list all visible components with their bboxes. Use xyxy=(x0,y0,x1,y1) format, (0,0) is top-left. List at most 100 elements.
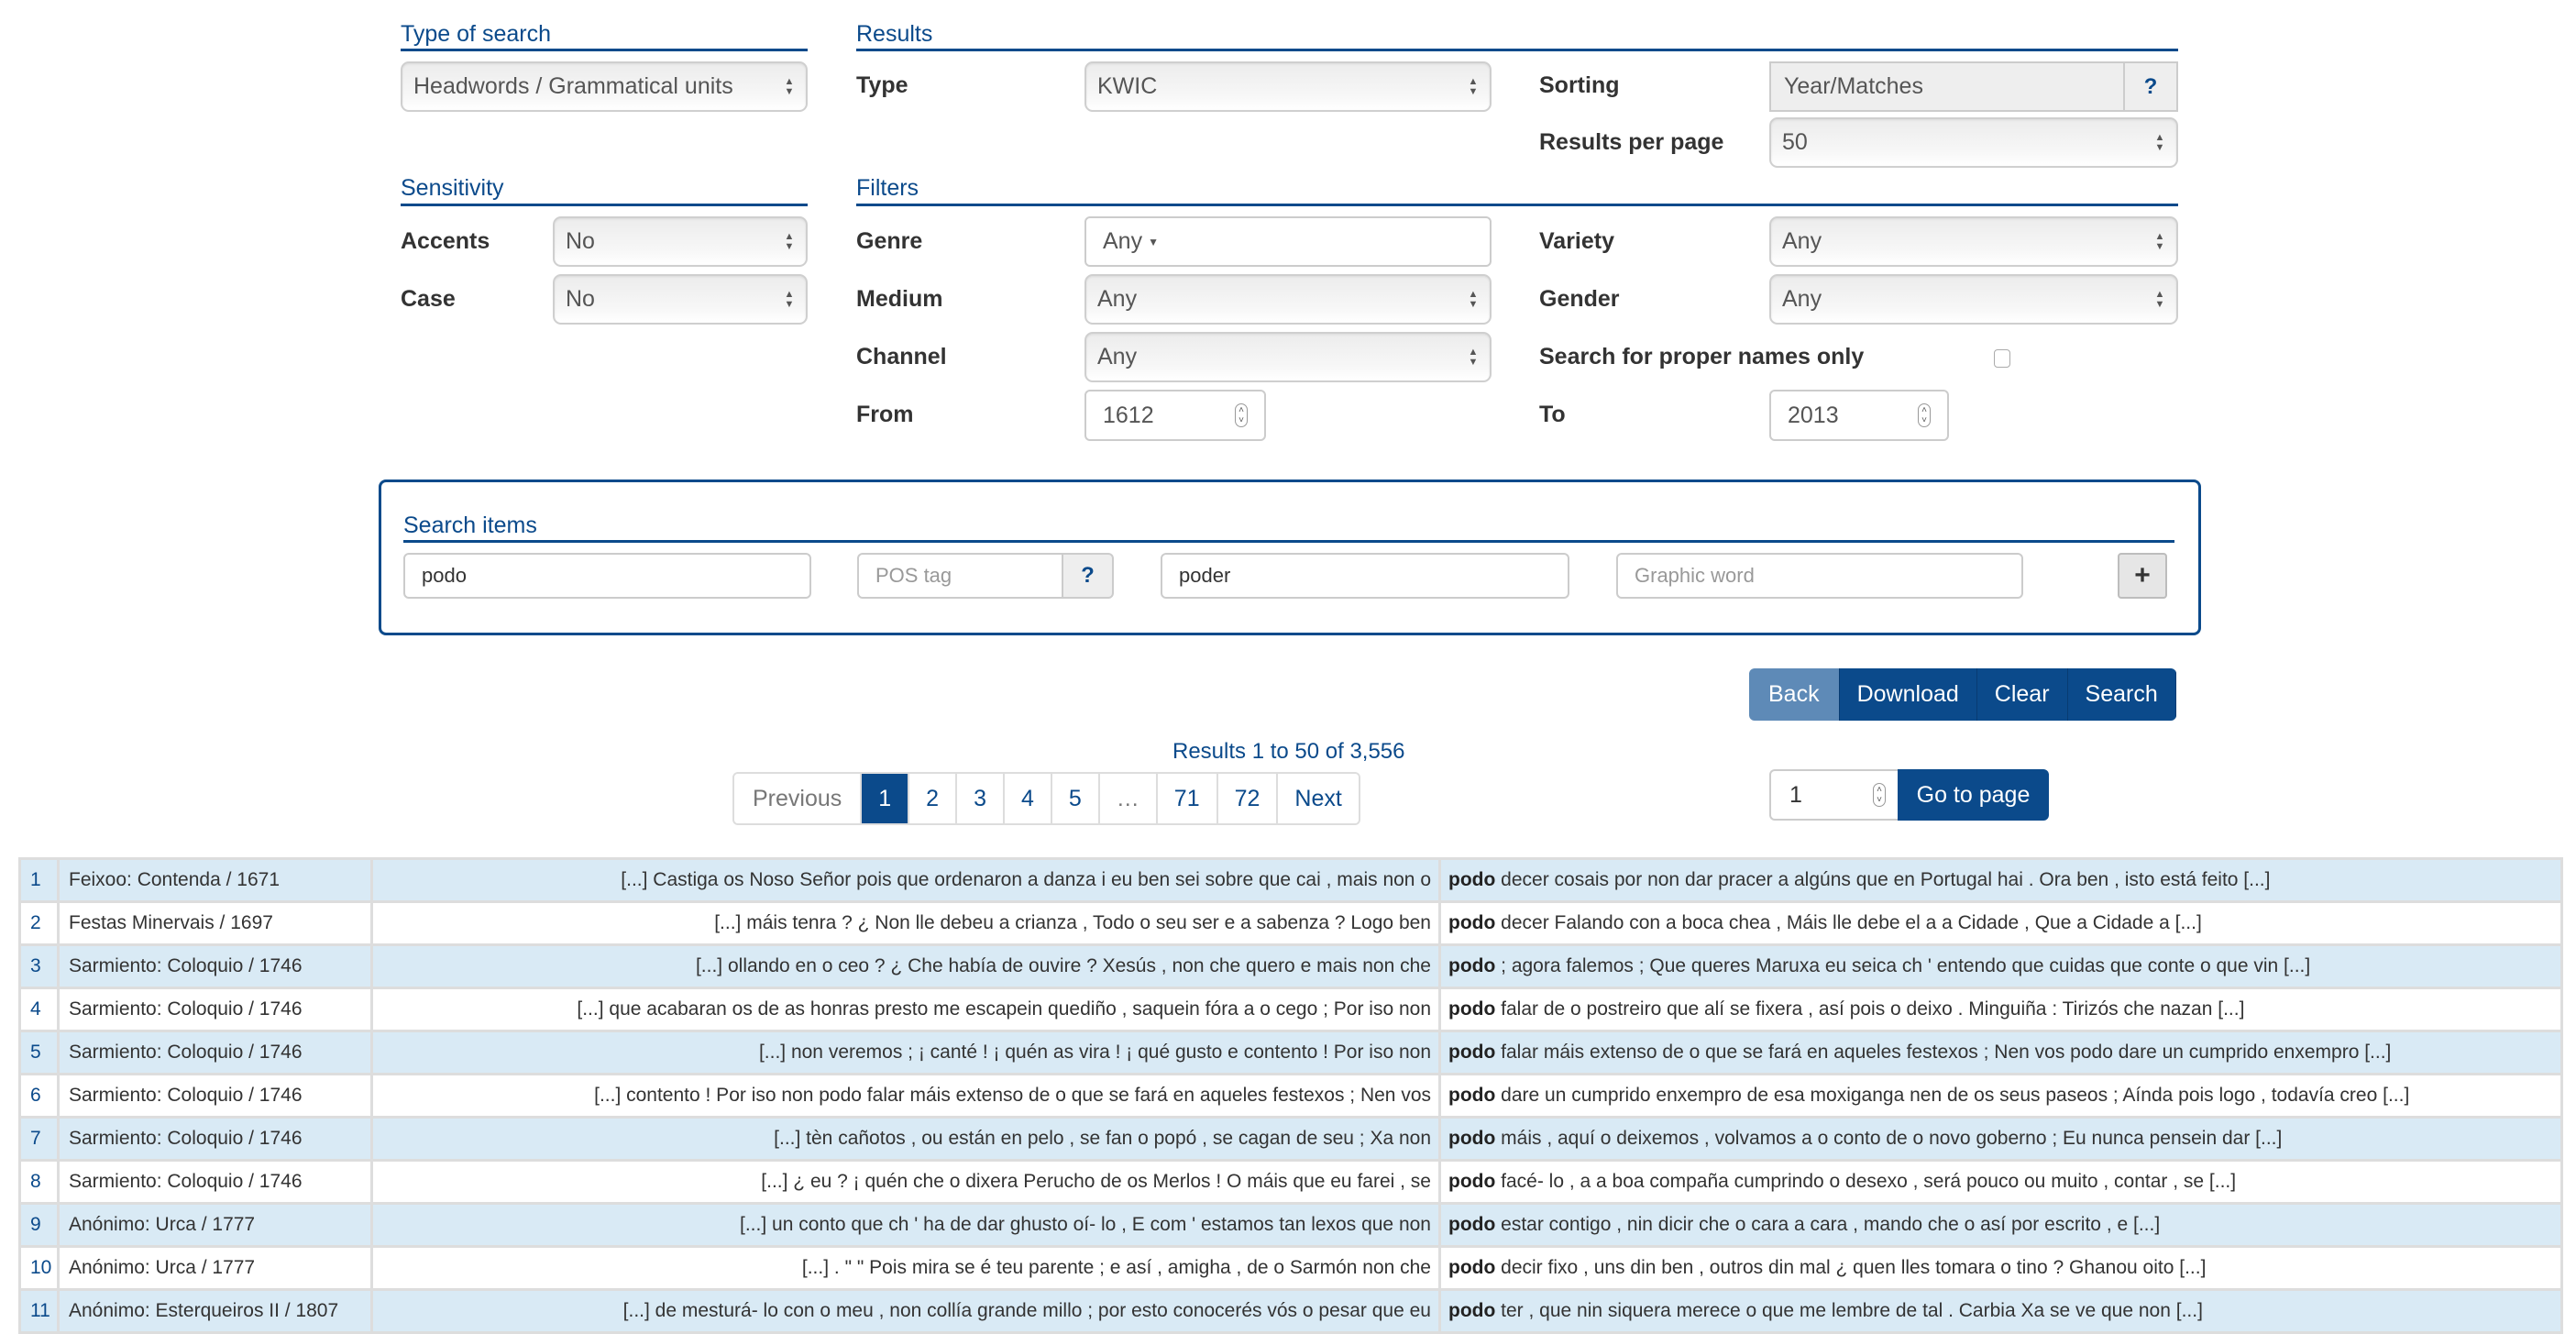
result-source[interactable]: Sarmiento: Coloquio / 1746 xyxy=(57,943,373,989)
pos-tag-input[interactable]: POS tag xyxy=(857,553,1063,599)
result-number[interactable]: 3 xyxy=(18,943,60,989)
result-source[interactable]: Anónimo: Urca / 1777 xyxy=(57,1202,373,1248)
page-72-button[interactable]: 72 xyxy=(1217,774,1279,823)
page-1-button[interactable]: 1 xyxy=(862,774,910,823)
result-row: 9 Anónimo: Urca / 1777 [...] un conto que … xyxy=(18,1202,2563,1248)
result-source[interactable]: Sarmiento: Coloquio / 1746 xyxy=(57,1030,373,1075)
result-number[interactable]: 7 xyxy=(18,1116,60,1162)
left-context: [...] tèn cañotos , ou están en pelo , s… xyxy=(370,1116,1441,1162)
result-number[interactable]: 8 xyxy=(18,1159,60,1205)
spinner-icon[interactable]: ˄ ˅ xyxy=(1235,403,1248,427)
match-keyword[interactable]: podo xyxy=(1448,1257,1495,1278)
match-and-right-context: podo decer Falando con a boca chea , Mái… xyxy=(1438,900,2563,946)
match-keyword[interactable]: podo xyxy=(1448,1300,1495,1321)
result-number[interactable]: 11 xyxy=(18,1288,60,1334)
result-source[interactable]: Anónimo: Esterqueiros II / 1807 xyxy=(57,1288,373,1334)
results-heading: Results xyxy=(856,21,933,47)
right-context: decer cosais por non dar pracer a algúns… xyxy=(1501,869,2271,890)
variety-value: Any xyxy=(1782,228,1822,254)
match-keyword[interactable]: podo xyxy=(1448,869,1495,890)
gender-select[interactable]: Any ▲ ▼ xyxy=(1769,274,2178,325)
right-context: dare un cumprido enxempro de esa moxigan… xyxy=(1501,1085,2410,1106)
type-of-search-value: Headwords / Grammatical units xyxy=(413,73,733,99)
page-71-button[interactable]: 71 xyxy=(1157,774,1218,823)
sorting-help-button[interactable]: ? xyxy=(2123,61,2178,112)
next-page-button[interactable]: Next xyxy=(1278,774,1359,823)
left-context: [...] ¿ eu ? ¡ quén che o dixera Perucho… xyxy=(370,1159,1441,1205)
match-keyword[interactable]: podo xyxy=(1448,912,1495,933)
to-year-input[interactable]: 2013 ˄ ˅ xyxy=(1769,390,1949,441)
right-context: falar máis extenso de o que se fará en a… xyxy=(1501,1042,2392,1063)
add-search-item-button[interactable]: + xyxy=(2118,553,2167,599)
medium-select[interactable]: Any ▲ ▼ xyxy=(1084,274,1492,325)
right-context: decir fixo , uns din ben , outros din ma… xyxy=(1501,1257,2207,1278)
result-source[interactable]: Sarmiento: Coloquio / 1746 xyxy=(57,1159,373,1205)
type-label: Type xyxy=(856,72,908,98)
match-keyword[interactable]: podo xyxy=(1448,1128,1495,1149)
result-source[interactable]: Sarmiento: Coloquio / 1746 xyxy=(57,1073,373,1119)
goto-page-input[interactable]: 1 ˄ ˅ xyxy=(1769,769,1899,821)
goto-page-button[interactable]: Go to page xyxy=(1898,769,2049,821)
results-per-page-label: Results per page xyxy=(1539,129,1724,155)
type-of-search-select[interactable]: Headwords / Grammatical units ▲ ▼ xyxy=(401,61,808,112)
results-type-select[interactable]: KWIC ▲ ▼ xyxy=(1084,61,1492,112)
result-number[interactable]: 4 xyxy=(18,987,60,1032)
result-number[interactable]: 9 xyxy=(18,1202,60,1248)
page-4-button[interactable]: 4 xyxy=(1004,774,1052,823)
spinner-icon[interactable]: ˄ ˅ xyxy=(1873,783,1886,807)
match-and-right-context: podo ; agora falemos ; Que queres Maruxa… xyxy=(1438,943,2563,989)
accents-label: Accents xyxy=(401,228,490,254)
back-button[interactable]: Back xyxy=(1749,668,1840,721)
result-number[interactable]: 2 xyxy=(18,900,60,946)
pos-help-button[interactable]: ? xyxy=(1062,553,1114,599)
graphic-word-input[interactable]: Graphic word xyxy=(1616,553,2023,599)
match-keyword[interactable]: podo xyxy=(1448,1042,1495,1063)
match-keyword[interactable]: podo xyxy=(1448,1171,1495,1192)
result-number[interactable]: 1 xyxy=(18,857,60,903)
channel-select[interactable]: Any ▲ ▼ xyxy=(1084,332,1492,382)
lemma-input[interactable]: poder xyxy=(1161,553,1569,599)
spinner-icon[interactable]: ˄ ˅ xyxy=(1918,403,1931,427)
match-keyword[interactable]: podo xyxy=(1448,1085,1495,1106)
result-source[interactable]: Anónimo: Urca / 1777 xyxy=(57,1245,373,1291)
to-label: To xyxy=(1539,402,1566,427)
result-number[interactable]: 5 xyxy=(18,1030,60,1075)
sorting-field[interactable]: Year/Matches xyxy=(1769,61,2125,112)
result-number[interactable]: 10 xyxy=(18,1245,60,1291)
select-arrows-icon: ▲ ▼ xyxy=(2154,230,2165,252)
gender-label: Gender xyxy=(1539,286,1620,312)
match-and-right-context: podo falar de o postreiro que alí se fix… xyxy=(1438,987,2563,1032)
accents-select[interactable]: No ▲ ▼ xyxy=(553,216,808,267)
variety-select[interactable]: Any ▲ ▼ xyxy=(1769,216,2178,267)
question-icon: ? xyxy=(2143,73,2158,99)
right-context: ter , que nin siquera merece o que me le… xyxy=(1501,1300,2203,1321)
previous-page-button[interactable]: Previous xyxy=(734,774,863,823)
case-select[interactable]: No ▲ ▼ xyxy=(553,274,808,325)
page-3-button[interactable]: 3 xyxy=(957,774,1005,823)
page-2-button[interactable]: 2 xyxy=(909,774,958,823)
pagination: Previous 1 2 3 4 5… 71 72 Next xyxy=(732,772,1360,825)
page-5-button[interactable]: 5 xyxy=(1051,774,1100,823)
clear-button[interactable]: Clear xyxy=(1976,668,2068,721)
result-source[interactable]: Feixoo: Contenda / 1671 xyxy=(57,857,373,903)
select-arrows-icon: ▲ ▼ xyxy=(784,75,795,97)
genre-dropdown[interactable]: Any ▼ xyxy=(1084,216,1492,267)
result-source[interactable]: Sarmiento: Coloquio / 1746 xyxy=(57,987,373,1032)
result-number[interactable]: 6 xyxy=(18,1073,60,1119)
match-keyword[interactable]: podo xyxy=(1448,955,1495,976)
match-keyword[interactable]: podo xyxy=(1448,1214,1495,1235)
results-per-page-select[interactable]: 50 ▲ ▼ xyxy=(1769,117,2178,168)
search-button[interactable]: Search xyxy=(2067,668,2176,721)
result-source[interactable]: Sarmiento: Coloquio / 1746 xyxy=(57,1116,373,1162)
proper-names-checkbox[interactable] xyxy=(1994,349,2010,368)
download-button[interactable]: Download xyxy=(1839,668,1977,721)
result-row: 10 Anónimo: Urca / 1777 [...] . " " Pois m… xyxy=(18,1245,2563,1291)
from-year-input[interactable]: 1612 ˄ ˅ xyxy=(1084,390,1266,441)
results-divider xyxy=(856,49,2178,51)
medium-value: Any xyxy=(1097,286,1138,312)
result-source[interactable]: Festas Minervais / 1697 xyxy=(57,900,373,946)
results-summary: Results 1 to 50 of 3,556 xyxy=(1172,739,1405,764)
word-form-input[interactable]: podo xyxy=(403,553,811,599)
match-keyword[interactable]: podo xyxy=(1448,998,1495,1020)
result-row: 11 Anónimo: Esterqueiros II / 1807 [...] d… xyxy=(18,1288,2563,1334)
